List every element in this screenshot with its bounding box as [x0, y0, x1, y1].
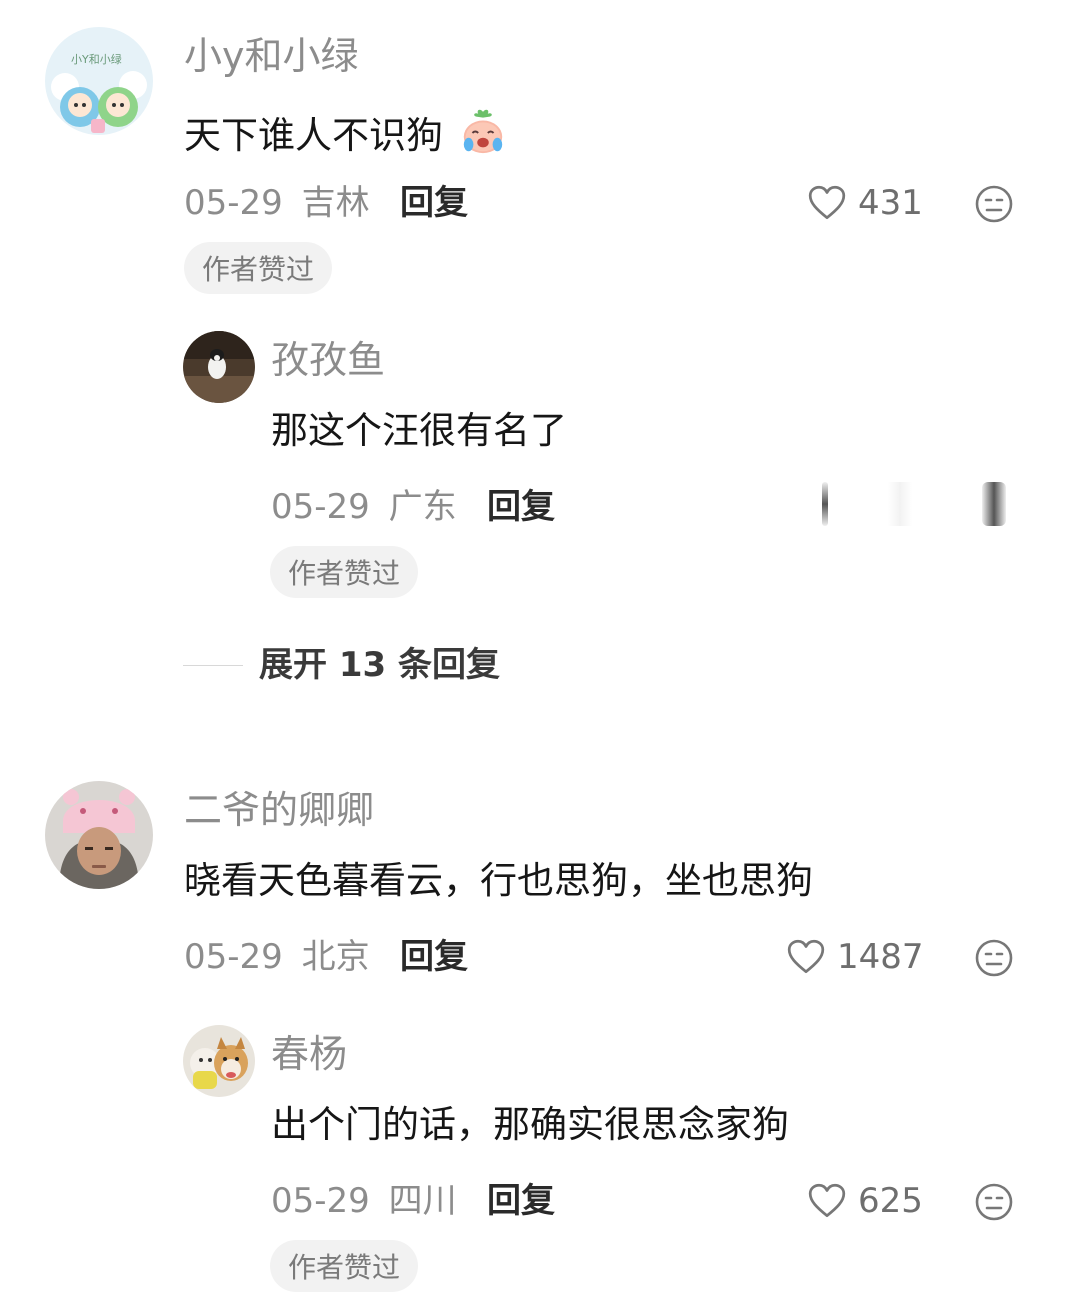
username[interactable]: 春杨: [271, 1035, 347, 1073]
like-count: 1487: [837, 937, 924, 977]
avatar[interactable]: [45, 781, 153, 889]
avatar[interactable]: [183, 331, 255, 403]
avatar[interactable]: 小Y和小绿: [45, 27, 153, 135]
like-button[interactable]: 1487: [785, 936, 924, 978]
reply-date: 05-29: [271, 487, 370, 527]
reply-button[interactable]: 回复: [400, 186, 468, 220]
dislike-face-icon[interactable]: [974, 184, 1014, 224]
comment-meta: 05-29 北京: [184, 940, 370, 974]
author-liked-badge: 作者赞过: [270, 546, 419, 598]
dislike-face-icon[interactable]: [974, 938, 1014, 978]
comment-location: 北京: [301, 937, 370, 977]
username[interactable]: 小y和小绿: [184, 37, 359, 75]
username[interactable]: 二爷的卿卿: [184, 791, 374, 829]
dislike-face-icon[interactable]: [974, 1182, 1014, 1222]
comment-location: 吉林: [301, 183, 370, 223]
reply-text: 那这个汪很有名了: [271, 409, 567, 452]
like-count: 625: [858, 1181, 923, 1221]
loading-placeholder: [888, 482, 912, 526]
avatar-photo: [183, 331, 255, 403]
like-button[interactable]: 625: [806, 1180, 923, 1222]
comment-date: 05-29: [184, 937, 283, 977]
reply-meta: 05-29 四川: [271, 1184, 457, 1218]
reply-text: 出个门的话，那确实很思念家狗: [271, 1103, 789, 1146]
avatar-text: 小Y和小绿: [71, 53, 122, 66]
like-loading-placeholder: [822, 482, 828, 526]
author-liked-badge: 作者赞过: [270, 1240, 419, 1292]
expand-replies-button[interactable]: 展开 13 条回复: [259, 648, 500, 682]
reply-button[interactable]: 回复: [400, 940, 468, 974]
comment-text-body: 天下谁人不识狗: [184, 114, 443, 157]
username[interactable]: 孜孜鱼: [271, 341, 385, 379]
like-count: 431: [858, 183, 923, 223]
comment-text: 天下谁人不识狗: [184, 108, 507, 156]
comment-date: 05-29: [184, 183, 283, 223]
reply-button[interactable]: 回复: [487, 490, 555, 524]
heart-icon: [808, 1183, 846, 1218]
avatar-photo: [45, 781, 153, 889]
reply-location: 广东: [388, 487, 457, 527]
reply-date: 05-29: [271, 1181, 370, 1221]
author-liked-badge: 作者赞过: [184, 242, 333, 294]
crying-face-emoji-icon: [463, 109, 502, 154]
comment-meta: 05-29 吉林: [184, 186, 370, 220]
avatar-illustration: [45, 27, 153, 135]
dislike-loading-placeholder: [982, 482, 1006, 526]
reply-location: 四川: [388, 1181, 457, 1221]
avatar-photo: [183, 1025, 255, 1097]
expand-divider: [183, 665, 243, 666]
reply-button[interactable]: 回复: [487, 1184, 555, 1218]
heart-icon: [808, 185, 846, 220]
heart-icon: [787, 939, 825, 974]
reply-meta: 05-29 广东: [271, 490, 457, 524]
avatar[interactable]: [183, 1025, 255, 1097]
comment-text: 晓看天色暮看云，行也思狗，坐也思狗: [184, 859, 813, 902]
like-button[interactable]: 431: [806, 182, 923, 224]
